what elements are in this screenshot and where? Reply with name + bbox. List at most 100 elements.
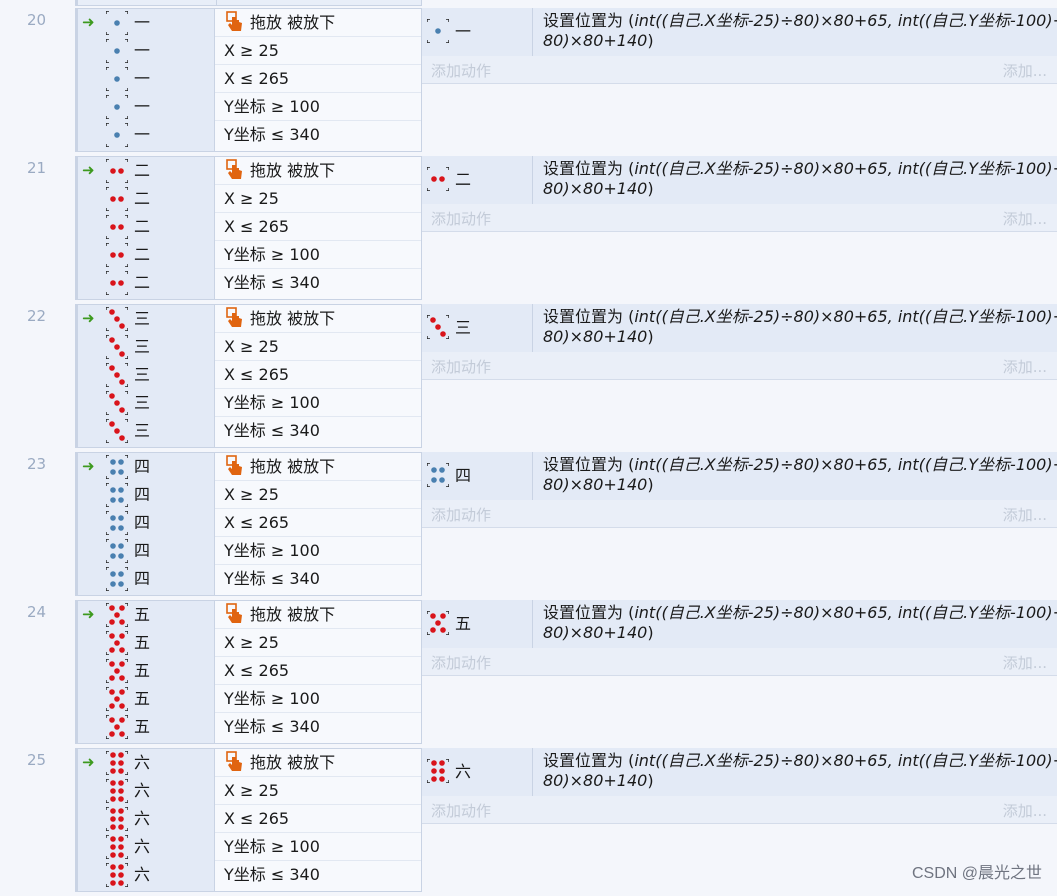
condition-row[interactable]: X ≥ 25 (215, 333, 421, 361)
condition-object-row[interactable]: 二 (78, 269, 215, 297)
conditions-box[interactable]: ➜ 一一一一一拖放 被放下 X ≥ 25 X ≤ 265 Y坐标 ≥ 100 Y坐标 ≤ … (75, 8, 422, 152)
condition-object-row[interactable]: 三 (78, 333, 215, 361)
condition-object-row[interactable]: ➜ 二 (78, 157, 215, 185)
add-action-link[interactable]: 添加动作 (431, 800, 491, 821)
add-action-link[interactable]: 添加动作 (431, 208, 491, 229)
add-more-link[interactable]: 添加... (1003, 356, 1047, 377)
action-set-position[interactable]: 设置位置为 (int((自己.X坐标-25)÷80)×80+65, int((自… (533, 8, 1057, 56)
condition-row[interactable]: Y坐标 ≤ 340 (215, 713, 421, 741)
condition-object-row[interactable]: 五 (78, 685, 215, 713)
conditions-box[interactable]: ➜ 三三三三三拖放 被放下 X ≥ 25 X ≤ 265 Y坐标 ≥ 100 Y坐标 ≤ … (75, 304, 422, 448)
condition-object-row[interactable]: 六 (78, 861, 215, 889)
add-more-link[interactable]: 添加... (1003, 504, 1047, 525)
condition-object-row[interactable]: 四 (78, 509, 215, 537)
condition-object-row[interactable]: 三 (78, 417, 215, 445)
condition-row[interactable]: 拖放 被放下 (215, 9, 421, 37)
dice-sprite-icon (106, 631, 128, 655)
condition-object-row[interactable]: 三 (78, 389, 215, 417)
condition-row[interactable]: Y坐标 ≤ 340 (215, 417, 421, 445)
condition-row[interactable]: 拖放 被放下 (215, 453, 421, 481)
condition-object-row[interactable]: 二 (78, 213, 215, 241)
condition-row[interactable]: Y坐标 ≥ 100 (215, 537, 421, 565)
condition-row[interactable]: Y坐标 ≤ 340 (215, 565, 421, 593)
dice-sprite-icon (106, 567, 128, 591)
add-more-link[interactable]: 添加... (1003, 652, 1047, 673)
condition-object-row[interactable]: ➜ 六 (78, 749, 215, 777)
condition-object-row[interactable]: 五 (78, 629, 215, 657)
add-action-row[interactable]: 添加动作 添加... (422, 56, 1057, 84)
add-action-row[interactable]: 添加动作 添加... (422, 500, 1057, 528)
condition-object-row[interactable]: 一 (78, 93, 215, 121)
action-object-cell[interactable]: 三 (422, 304, 533, 352)
action-set-position[interactable]: 设置位置为 (int((自己.X坐标-25)÷80)×80+65, int((自… (533, 748, 1057, 796)
action-object-cell[interactable]: 四 (422, 452, 533, 500)
action-object-cell[interactable]: 一 (422, 8, 533, 56)
condition-object-row[interactable]: 四 (78, 565, 215, 593)
condition-object-row[interactable]: 一 (78, 65, 215, 93)
action-suffix: ) (647, 771, 654, 790)
add-action-link[interactable]: 添加动作 (431, 504, 491, 525)
add-more-link[interactable]: 添加... (1003, 800, 1047, 821)
condition-object-row[interactable]: ➜ 一 (78, 9, 215, 37)
condition-object-row[interactable]: 六 (78, 833, 215, 861)
condition-row[interactable]: X ≤ 265 (215, 509, 421, 537)
condition-row[interactable]: Y坐标 ≤ 340 (215, 861, 421, 889)
conditions-box[interactable]: ➜ 六六六六六拖放 被放下 X ≥ 25 X ≤ 265 Y坐标 ≥ 100 Y坐标 ≤ … (75, 748, 422, 892)
condition-object-row[interactable]: 三 (78, 361, 215, 389)
condition-object-row[interactable]: ➜ 四 (78, 453, 215, 481)
condition-object-row[interactable]: 二 (78, 241, 215, 269)
condition-row[interactable]: X ≤ 265 (215, 65, 421, 93)
condition-row[interactable]: 拖放 被放下 (215, 305, 421, 333)
action-set-position[interactable]: 设置位置为 (int((自己.X坐标-25)÷80)×80+65, int((自… (533, 452, 1057, 500)
add-action-row[interactable]: 添加动作 添加... (422, 204, 1057, 232)
action-set-position[interactable]: 设置位置为 (int((自己.X坐标-25)÷80)×80+65, int((自… (533, 156, 1057, 204)
condition-row[interactable]: X ≥ 25 (215, 185, 421, 213)
add-action-row[interactable]: 添加动作 添加... (422, 352, 1057, 380)
condition-row[interactable]: Y坐标 ≥ 100 (215, 833, 421, 861)
action-object-cell[interactable]: 五 (422, 600, 533, 648)
condition-row[interactable]: 拖放 被放下 (215, 157, 421, 185)
conditions-box[interactable]: ➜ 四四四四四拖放 被放下 X ≥ 25 X ≤ 265 Y坐标 ≥ 100 Y坐标 ≤ … (75, 452, 422, 596)
condition-row[interactable]: Y坐标 ≤ 340 (215, 121, 421, 149)
condition-object-row[interactable]: 一 (78, 37, 215, 65)
condition-object-row[interactable]: 一 (78, 121, 215, 149)
add-action-link[interactable]: 添加动作 (431, 652, 491, 673)
condition-row[interactable]: X ≥ 25 (215, 481, 421, 509)
condition-object-row[interactable]: ➜ 五 (78, 601, 215, 629)
add-action-row[interactable]: 添加动作 添加... (422, 648, 1057, 676)
condition-row[interactable]: X ≥ 25 (215, 629, 421, 657)
condition-object-row[interactable]: 五 (78, 713, 215, 741)
condition-object-row[interactable]: 六 (78, 805, 215, 833)
condition-object-row[interactable]: ➜ 三 (78, 305, 215, 333)
conditions-box[interactable]: ➜ 二二二二二拖放 被放下 X ≥ 25 X ≤ 265 Y坐标 ≥ 100 Y坐标 ≤ … (75, 156, 422, 300)
condition-row[interactable]: Y坐标 ≥ 100 (215, 241, 421, 269)
condition-row[interactable]: Y坐标 ≥ 100 (215, 685, 421, 713)
condition-row[interactable]: Y坐标 ≥ 100 (215, 93, 421, 121)
action-set-position[interactable]: 设置位置为 (int((自己.X坐标-25)÷80)×80+65, int((自… (533, 304, 1057, 352)
condition-object-row[interactable]: 六 (78, 777, 215, 805)
condition-object-row[interactable]: 五 (78, 657, 215, 685)
add-action-link[interactable]: 添加动作 (431, 356, 491, 377)
condition-row[interactable]: X ≥ 25 (215, 37, 421, 65)
add-more-link[interactable]: 添加... (1003, 208, 1047, 229)
condition-row[interactable]: X ≤ 265 (215, 657, 421, 685)
condition-row[interactable]: Y坐标 ≥ 100 (215, 389, 421, 417)
condition-row[interactable]: X ≥ 25 (215, 777, 421, 805)
condition-row[interactable]: 拖放 被放下 (215, 749, 421, 777)
condition-object-row[interactable]: 四 (78, 481, 215, 509)
condition-row[interactable]: X ≤ 265 (215, 805, 421, 833)
condition-row[interactable]: X ≤ 265 (215, 361, 421, 389)
add-action-link[interactable]: 添加动作 (431, 60, 491, 81)
action-set-position[interactable]: 设置位置为 (int((自己.X坐标-25)÷80)×80+65, int((自… (533, 600, 1057, 648)
action-object-cell[interactable]: 二 (422, 156, 533, 204)
condition-row[interactable]: Y坐标 ≤ 340 (215, 269, 421, 297)
add-action-row[interactable]: 添加动作 添加... (422, 796, 1057, 824)
action-object-cell[interactable]: 六 (422, 748, 533, 796)
condition-object-row[interactable]: 二 (78, 185, 215, 213)
condition-compare-label: Y坐标 ≤ 340 (224, 273, 320, 292)
conditions-box[interactable]: ➜ 五五五五五拖放 被放下 X ≥ 25 X ≤ 265 Y坐标 ≥ 100 Y坐标 ≤ … (75, 600, 422, 744)
add-more-link[interactable]: 添加... (1003, 60, 1047, 81)
condition-row[interactable]: 拖放 被放下 (215, 601, 421, 629)
condition-row[interactable]: X ≤ 265 (215, 213, 421, 241)
condition-object-row[interactable]: 四 (78, 537, 215, 565)
